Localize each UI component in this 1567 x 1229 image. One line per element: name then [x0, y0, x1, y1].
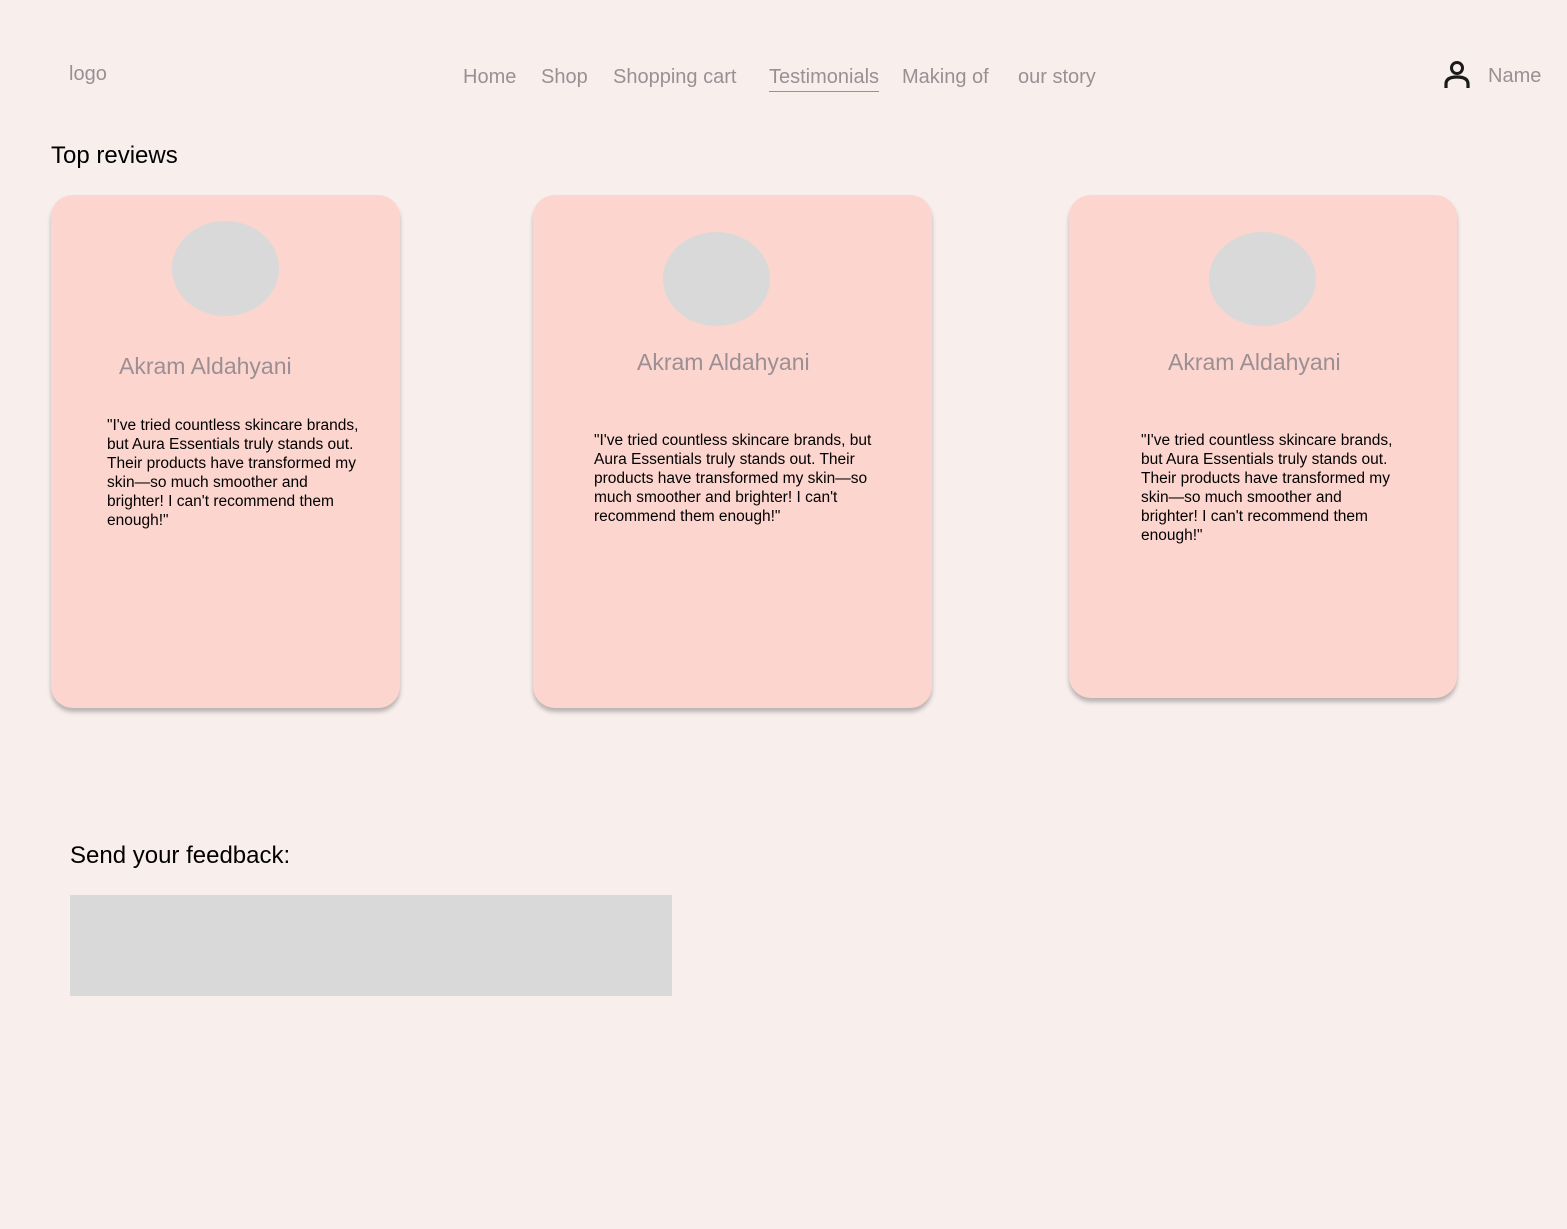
nav-shop[interactable]: Shop [541, 66, 588, 89]
reviewer-name: Akram Aldahyani [1168, 349, 1341, 375]
avatar [172, 221, 279, 316]
nav-shopping-cart[interactable]: Shopping cart [613, 66, 736, 89]
nav-our-story[interactable]: our story [1018, 66, 1096, 89]
nav-testimonials[interactable]: Testimonials [769, 66, 880, 92]
feedback-label: Send your feedback: [70, 842, 291, 869]
review-text: "I've tried countless skincare brands, b… [107, 417, 359, 529]
user-icon[interactable] [1443, 60, 1471, 90]
user-name[interactable]: Name [1488, 65, 1541, 88]
review-card: Akram Aldahyani "I've tried countless sk… [533, 195, 932, 708]
avatar [1209, 232, 1316, 326]
nav-making-of[interactable]: Making of [902, 66, 989, 89]
reviewer-name: Akram Aldahyani [119, 353, 292, 379]
reviews-title: Top reviews [51, 142, 178, 169]
logo[interactable]: logo [69, 63, 107, 86]
review-text: "I've tried countless skincare brands, b… [594, 432, 872, 525]
avatar [663, 232, 770, 326]
feedback-input[interactable] [70, 895, 672, 996]
reviewer-name: Akram Aldahyani [637, 349, 810, 375]
review-card: Akram Aldahyani "I've tried countless sk… [1069, 195, 1457, 698]
nav-home[interactable]: Home [463, 66, 516, 89]
review-text: "I've tried countless skincare brands, b… [1141, 432, 1393, 544]
review-card: Akram Aldahyani "I've tried countless sk… [51, 195, 400, 708]
